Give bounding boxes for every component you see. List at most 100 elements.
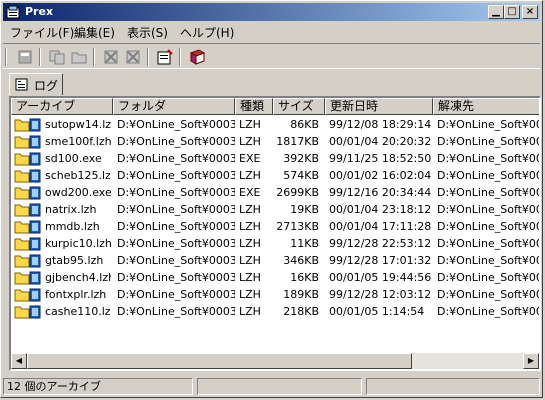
- cell-size: 16KB: [290, 271, 319, 284]
- toolbar-grip: [5, 48, 7, 66]
- cell-destination: D:¥OnLine_Soft¥000: [437, 186, 541, 199]
- folder-icon: [14, 288, 41, 302]
- cell-size: 2699KB: [276, 186, 319, 199]
- cell-type: LZH: [239, 237, 261, 250]
- menu-help[interactable]: ヘルプ(H): [180, 24, 234, 41]
- menu-edit[interactable]: 編集(E): [74, 24, 115, 41]
- close-button[interactable]: ×: [522, 5, 538, 19]
- cell-folder: D:¥OnLine_Soft¥0003: [117, 118, 235, 131]
- cell-archive: sd100.exe: [45, 152, 102, 165]
- table-row[interactable]: owd200.exe D:¥OnLine_Soft¥0003 EXE 2699KB 99…: [11, 184, 541, 201]
- table-row[interactable]: sme100f.lzh D:¥OnLine_Soft¥0003 LZH 1817KB 0…: [11, 133, 539, 150]
- cell-archive: natrix.lzh: [45, 203, 97, 216]
- cell-type: LZH: [239, 305, 261, 318]
- scroll-left-button[interactable]: ◀: [11, 353, 27, 369]
- cell-folder: D:¥OnLine_Soft¥0003: [117, 288, 235, 301]
- cell-destination: D:¥OnLine_Soft¥000: [437, 203, 541, 216]
- minimize-button[interactable]: ▁: [488, 5, 504, 19]
- cell-size: 218KB: [283, 305, 319, 318]
- folder-icon[interactable]: [69, 48, 89, 66]
- cell-folder: D:¥OnLine_Soft¥0003: [117, 237, 235, 250]
- menu-file[interactable]: ファイル(F): [10, 24, 74, 41]
- column-folder[interactable]: フォルダ: [113, 98, 235, 115]
- column-size[interactable]: サイズ: [273, 98, 325, 115]
- properties-icon[interactable]: [155, 48, 175, 66]
- menu-bar: ファイル(F) 編集(E) 表示(S) ヘルプ(H): [3, 22, 540, 41]
- cell-date: 00/01/04 23:18:12: [329, 203, 432, 216]
- cell-date: 99/11/25 18:52:50: [329, 152, 432, 165]
- table-row[interactable]: mmdb.lzh D:¥OnLine_Soft¥0003 LZH 2713KB 00/0…: [11, 218, 539, 235]
- table-row[interactable]: kurpic10.lzh D:¥OnLine_Soft¥0003 LZH 11KB 99…: [11, 235, 539, 252]
- horizontal-scrollbar[interactable]: ◀ ▶: [11, 353, 539, 369]
- cell-date: 00/01/04 20:20:32: [329, 135, 432, 148]
- cell-type: LZH: [239, 203, 261, 216]
- table-row[interactable]: sd100.exe D:¥OnLine_Soft¥0003 EXE 392KB 99/1…: [11, 150, 539, 167]
- list-rows: sutopw14.lzh D:¥OnLine_Soft¥0003 LZH 86KB 99…: [11, 116, 541, 320]
- cell-folder: D:¥OnLine_Soft¥0003: [117, 186, 235, 199]
- cell-archive: mmdb.lzh: [45, 220, 100, 233]
- toolbar-separator: [39, 48, 41, 66]
- tab-bar: ログ: [3, 71, 540, 95]
- cell-type: LZH: [239, 288, 261, 301]
- cell-destination: D:¥OnLine_Soft¥000: [437, 305, 541, 318]
- column-archive[interactable]: アーカイブ: [11, 98, 113, 115]
- cell-size: 19KB: [290, 203, 319, 216]
- book-icon[interactable]: [187, 48, 207, 66]
- cell-date: 00/01/04 17:11:28: [329, 220, 432, 233]
- table-row[interactable]: sutopw14.lzh D:¥OnLine_Soft¥0003 LZH 86KB 99…: [11, 116, 541, 133]
- column-type[interactable]: 種類: [235, 98, 273, 115]
- folder-icon: [14, 135, 41, 149]
- cell-folder: D:¥OnLine_Soft¥0003: [117, 169, 235, 182]
- status-text: 12 個のアーカイブ: [3, 378, 193, 395]
- cell-size: 189KB: [283, 288, 319, 301]
- folder-icon: [14, 203, 41, 217]
- cell-type: LZH: [239, 254, 261, 267]
- archive-list[interactable]: アーカイブ フォルダ 種類 サイズ 更新日時 解凍先 sutopw14.lzh D…: [9, 96, 541, 371]
- delete-all-icon[interactable]: [123, 48, 143, 66]
- status-pane-2: [197, 378, 362, 395]
- table-row[interactable]: scheb125.lzh D:¥OnLine_Soft¥0003 LZH 574KB 0…: [11, 167, 539, 184]
- toolbar-separator: [179, 48, 181, 66]
- cell-date: 99/12/28 12:03:12: [329, 288, 432, 301]
- cell-destination: D:¥OnLine_Soft¥000: [437, 118, 541, 131]
- app-icon: [6, 5, 20, 19]
- toolbar-separator: [93, 48, 95, 66]
- scroll-right-button[interactable]: ▶: [523, 353, 539, 369]
- cell-archive: kurpic10.lzh: [45, 237, 111, 250]
- list-header: アーカイブ フォルダ 種類 サイズ 更新日時 解凍先: [11, 98, 539, 116]
- folder-icon: [14, 118, 41, 132]
- table-row[interactable]: natrix.lzh D:¥OnLine_Soft¥0003 LZH 19KB 00/0…: [11, 201, 541, 218]
- column-date[interactable]: 更新日時: [325, 98, 433, 115]
- delete-icon[interactable]: [101, 48, 121, 66]
- cell-archive: gjbench4.lzh: [45, 271, 111, 284]
- cell-destination: D:¥OnLine_Soft¥000: [437, 254, 541, 267]
- tab-log-label: ログ: [34, 79, 59, 93]
- tab-log[interactable]: ログ: [9, 73, 63, 95]
- maximize-button[interactable]: □: [504, 5, 520, 19]
- folder-icon: [14, 186, 41, 200]
- cell-date: 99/12/28 17:01:32: [329, 254, 432, 267]
- title-bar[interactable]: Prex ▁ □ ×: [3, 3, 540, 21]
- table-row[interactable]: fontxplr.lzh D:¥OnLine_Soft¥0003 LZH 189KB 9…: [11, 286, 539, 303]
- cell-archive: sutopw14.lzh: [45, 118, 111, 131]
- table-row[interactable]: gtab95.lzh D:¥OnLine_Soft¥0003 LZH 346KB 99/…: [11, 252, 541, 269]
- cell-archive: cashe110.lzh: [45, 305, 111, 318]
- cell-folder: D:¥OnLine_Soft¥0003: [117, 203, 235, 216]
- cell-size: 2713KB: [276, 220, 319, 233]
- cell-type: LZH: [239, 220, 261, 233]
- table-row[interactable]: gjbench4.lzh D:¥OnLine_Soft¥0003 LZH 16KB 00…: [11, 269, 539, 286]
- log-icon: [15, 78, 28, 91]
- cell-folder: D:¥OnLine_Soft¥0003: [117, 152, 235, 165]
- cell-type: EXE: [239, 152, 261, 165]
- table-row[interactable]: cashe110.lzh D:¥OnLine_Soft¥0003 LZH 218KB 0…: [11, 303, 541, 320]
- cell-size: 392KB: [283, 152, 319, 165]
- cell-size: 11KB: [290, 237, 319, 250]
- scroll-thumb[interactable]: [27, 353, 412, 369]
- column-destination[interactable]: 解凍先: [433, 98, 539, 115]
- app-window: Prex ▁ □ × ファイル(F) 編集(E) 表示(S) ヘルプ(H) ログ…: [0, 0, 543, 398]
- open-archive-icon[interactable]: [15, 48, 35, 66]
- copy-icon[interactable]: [47, 48, 67, 66]
- cell-size: 86KB: [290, 118, 319, 131]
- folder-icon: [14, 271, 41, 285]
- menu-view[interactable]: 表示(S): [127, 24, 168, 41]
